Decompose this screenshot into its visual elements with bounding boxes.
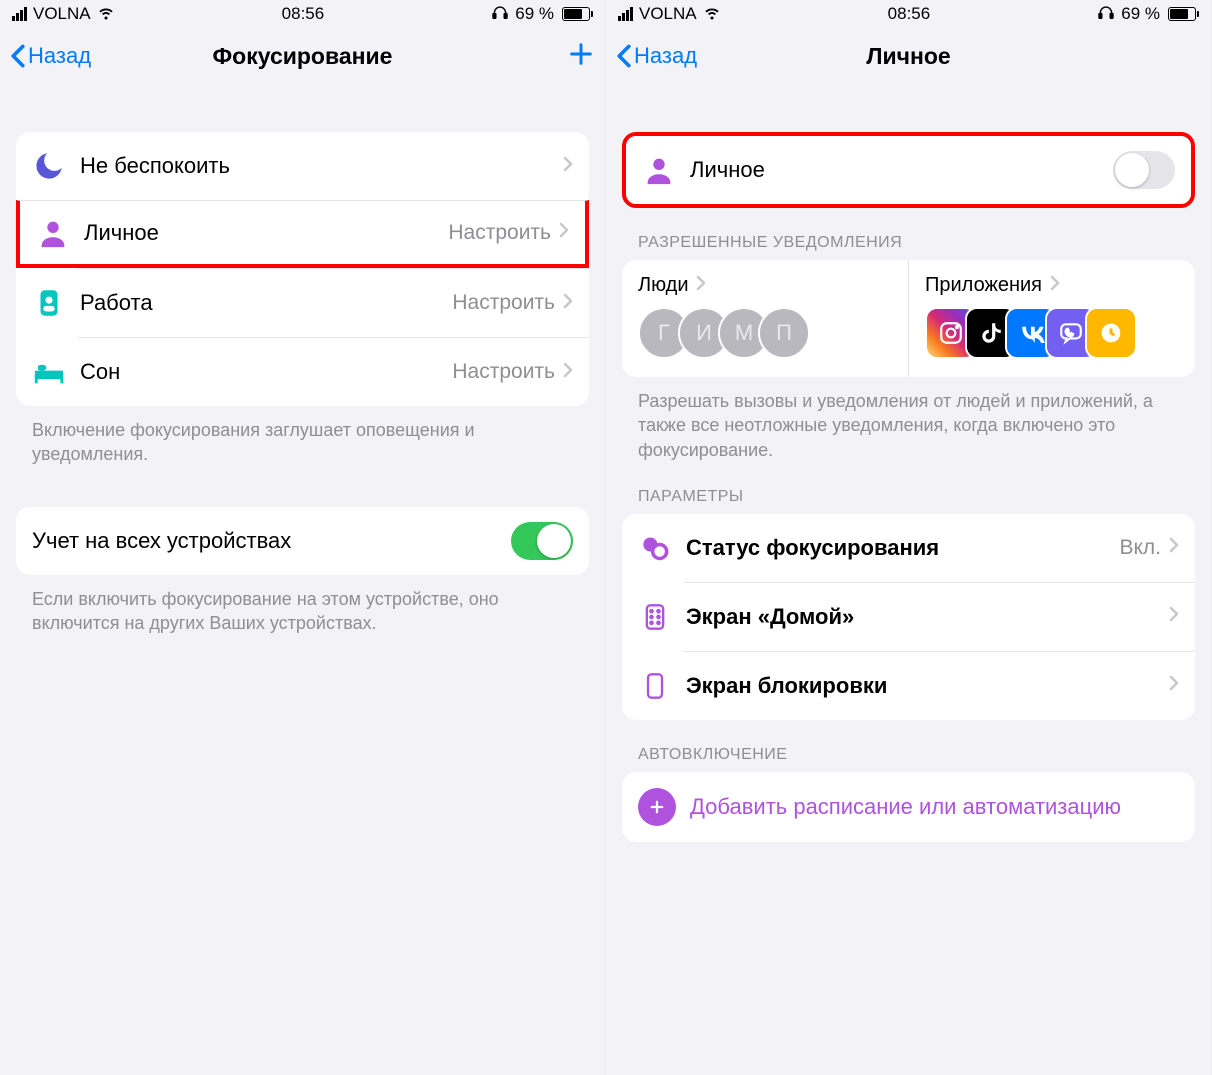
param-focus-status[interactable]: Статус фокусирования Вкл. bbox=[622, 514, 1195, 582]
row-detail: Настроить bbox=[452, 291, 555, 315]
signal-icon bbox=[618, 7, 633, 21]
home-grid-icon bbox=[638, 600, 672, 634]
chevron-right-icon bbox=[1169, 675, 1179, 696]
nav-bar: Назад Фокусирование bbox=[0, 28, 605, 84]
chevron-right-icon bbox=[696, 274, 706, 297]
add-schedule-label: Добавить расписание или автоматизацию bbox=[690, 793, 1121, 821]
param-lock-screen[interactable]: Экран блокировки bbox=[622, 652, 1195, 720]
battery-icon bbox=[1166, 7, 1199, 21]
row-label: Экран «Домой» bbox=[686, 604, 1169, 630]
headphones-icon bbox=[491, 4, 509, 24]
plus-circle-icon bbox=[638, 788, 676, 826]
chevron-right-icon bbox=[563, 156, 573, 177]
row-label: Не беспокоить bbox=[80, 153, 563, 179]
person-icon bbox=[36, 216, 70, 250]
row-detail: Настроить bbox=[452, 360, 555, 384]
chevron-right-icon bbox=[559, 222, 569, 243]
wifi-icon bbox=[97, 3, 115, 26]
battery-pct: 69 % bbox=[515, 4, 554, 24]
param-home-screen[interactable]: Экран «Домой» bbox=[622, 583, 1195, 651]
status-icon bbox=[638, 531, 672, 565]
chevron-right-icon bbox=[1169, 606, 1179, 627]
status-bar: VOLNA 08:56 69 % bbox=[606, 0, 1211, 28]
chevron-right-icon bbox=[563, 293, 573, 314]
chevron-right-icon bbox=[1050, 274, 1060, 297]
back-label: Назад bbox=[634, 43, 697, 69]
wifi-icon bbox=[703, 3, 721, 26]
chevron-right-icon bbox=[563, 362, 573, 383]
carrier-label: VOLNA bbox=[33, 4, 91, 24]
clock-icon bbox=[1085, 307, 1137, 359]
row-label: Учет на всех устройствах bbox=[32, 528, 511, 554]
headphones-icon bbox=[1097, 4, 1115, 24]
allowed-apps[interactable]: Приложения bbox=[909, 260, 1195, 377]
nav-bar: Назад Личное bbox=[606, 28, 1211, 84]
allowed-people[interactable]: Люди Г И М П bbox=[622, 260, 909, 377]
badge-icon bbox=[32, 286, 66, 320]
people-label: Люди bbox=[638, 274, 689, 296]
app-icons bbox=[925, 307, 1179, 359]
personal-toggle-row[interactable]: Личное bbox=[626, 136, 1191, 204]
sync-footer: Если включить фокусирование на этом устр… bbox=[16, 575, 589, 636]
chevron-right-icon bbox=[1169, 537, 1179, 558]
row-detail: Настроить bbox=[448, 221, 551, 245]
focus-row-work[interactable]: Работа Настроить bbox=[16, 269, 589, 337]
screen-focus-personal: VOLNA 08:56 69 % Назад Личное Личное bbox=[606, 0, 1212, 1075]
sync-toggle[interactable] bbox=[511, 522, 573, 560]
back-button[interactable]: Назад bbox=[10, 43, 91, 69]
moon-icon bbox=[32, 149, 66, 183]
auto-header: АВТОВКЛЮЧЕНИЕ bbox=[622, 720, 1195, 772]
focus-row-personal[interactable]: Личное Настроить bbox=[16, 200, 589, 268]
allowed-header: РАЗРЕШЕННЫЕ УВЕДОМЛЕНИЯ bbox=[622, 208, 1195, 260]
screen-focus-list: VOLNA 08:56 69 % Назад Фокусирование bbox=[0, 0, 606, 1075]
clock: 08:56 bbox=[282, 4, 325, 24]
status-bar: VOLNA 08:56 69 % bbox=[0, 0, 605, 28]
add-schedule-row[interactable]: Добавить расписание или автоматизацию bbox=[622, 772, 1195, 842]
row-label: Личное bbox=[84, 220, 448, 246]
avatar: П bbox=[758, 307, 810, 359]
bed-icon bbox=[32, 355, 66, 389]
allowed-footer: Разрешать вызовы и уведомления от людей … bbox=[622, 377, 1195, 462]
params-header: ПАРАМЕТРЫ bbox=[622, 462, 1195, 514]
params-list: Статус фокусирования Вкл. Экран «Домой» … bbox=[622, 514, 1195, 720]
row-detail: Вкл. bbox=[1119, 536, 1161, 560]
person-icon bbox=[642, 153, 676, 187]
back-label: Назад bbox=[28, 43, 91, 69]
row-label: Экран блокировки bbox=[686, 673, 1169, 699]
personal-toggle[interactable] bbox=[1113, 151, 1175, 189]
clock: 08:56 bbox=[888, 4, 931, 24]
back-button[interactable]: Назад bbox=[616, 43, 697, 69]
row-label: Работа bbox=[80, 290, 452, 316]
signal-icon bbox=[12, 7, 27, 21]
carrier-label: VOLNA bbox=[639, 4, 697, 24]
add-button[interactable] bbox=[567, 40, 595, 73]
focus-footer: Включение фокусирования заглушает оповещ… bbox=[16, 406, 589, 467]
row-label: Личное bbox=[690, 157, 1113, 183]
allowed-notifications-card: Люди Г И М П Приложения bbox=[622, 260, 1195, 377]
battery-pct: 69 % bbox=[1121, 4, 1160, 24]
focus-modes-list: Не беспокоить Личное Настроить Работа На… bbox=[16, 132, 589, 406]
sync-devices-row[interactable]: Учет на всех устройствах bbox=[16, 507, 589, 575]
row-label: Статус фокусирования bbox=[686, 535, 1119, 561]
apps-label: Приложения bbox=[925, 274, 1042, 296]
lock-screen-icon bbox=[638, 669, 672, 703]
battery-icon bbox=[560, 7, 593, 21]
people-avatars: Г И М П bbox=[638, 307, 892, 359]
row-label: Сон bbox=[80, 359, 452, 385]
focus-row-dnd[interactable]: Не беспокоить bbox=[16, 132, 589, 200]
focus-row-sleep[interactable]: Сон Настроить bbox=[16, 338, 589, 406]
